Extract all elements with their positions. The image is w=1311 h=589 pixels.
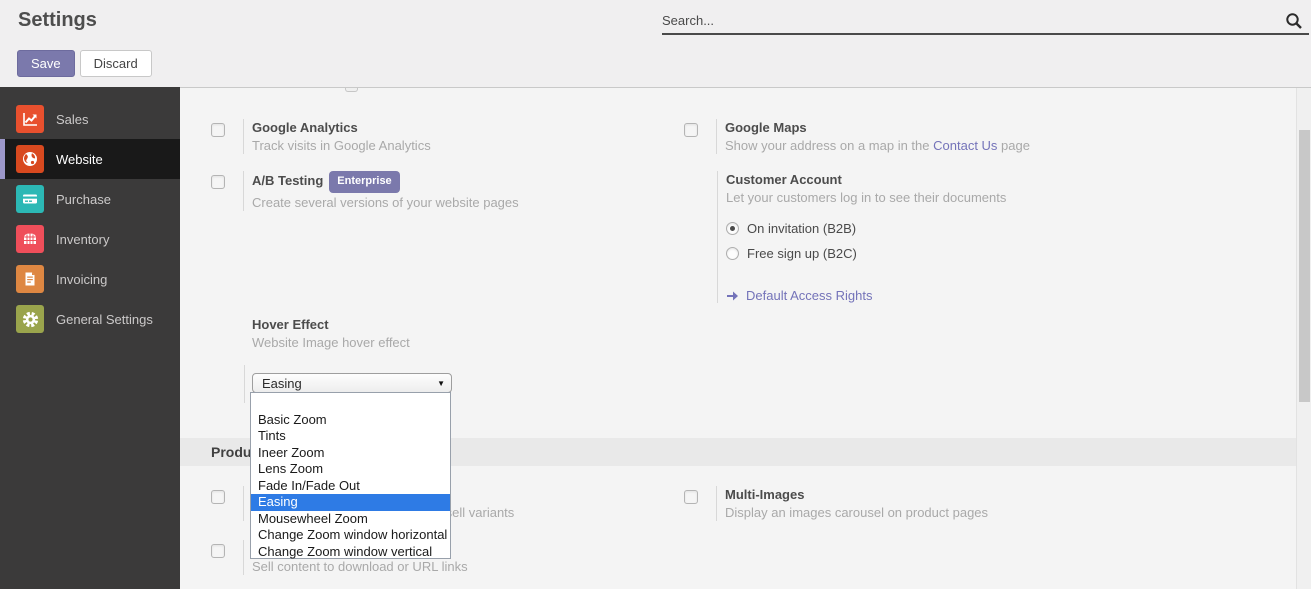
vertical-scrollbar[interactable]	[1296, 88, 1311, 589]
radio-label: Free sign up (B2C)	[747, 246, 857, 261]
setting-title: A/B Testing Enterprise	[252, 171, 519, 193]
dropdown-option[interactable]: Lens Zoom	[251, 461, 450, 478]
credit-card-icon	[16, 185, 44, 213]
link-label: Default Access Rights	[746, 288, 872, 303]
chevron-down-icon: ▼	[437, 379, 445, 388]
sidebar-item-label: Purchase	[56, 192, 111, 207]
sidebar-item-purchase[interactable]: Purchase	[0, 179, 180, 219]
contact-us-link[interactable]: Contact Us	[933, 138, 997, 153]
header: Settings Save Discard	[0, 0, 1311, 87]
setting-title: Hover Effect	[244, 316, 452, 333]
radio-free-signup[interactable]: Free sign up (B2C)	[726, 246, 1137, 261]
hover-effect-select[interactable]: Easing ▼	[252, 373, 452, 393]
enterprise-badge: Enterprise	[329, 171, 399, 193]
ab-testing-checkbox[interactable]	[211, 175, 225, 189]
setting-title: Google Analytics	[252, 119, 431, 136]
radio-label: On invitation (B2B)	[747, 221, 856, 236]
dropdown-option[interactable]: Basic Zoom	[251, 412, 450, 429]
multi-images-checkbox[interactable]	[684, 490, 698, 504]
setting-desc: Let your customers log in to see their d…	[726, 189, 1137, 206]
desc-text: page	[997, 138, 1030, 153]
digital-content-checkbox[interactable]	[211, 544, 225, 558]
radio-button-icon[interactable]	[726, 222, 739, 235]
scrollbar-thumb[interactable]	[1299, 130, 1310, 402]
multi-images-row: Multi-Images Display an images carousel …	[684, 486, 988, 521]
setting-desc: Track visits in Google Analytics	[252, 137, 431, 154]
setting-desc: Website Image hover effect	[244, 334, 452, 351]
dropdown-option[interactable]: Ineer Zoom	[251, 445, 450, 462]
search-input[interactable]	[662, 13, 1285, 28]
hover-effect-dropdown: Basic ZoomTintsIneer ZoomLens ZoomFade I…	[250, 392, 451, 559]
sidebar-item-inventory[interactable]: Inventory	[0, 219, 180, 259]
setting-desc: Create several versions of your website …	[252, 194, 519, 211]
building-icon	[16, 225, 44, 253]
settings-app: Settings Save Discard	[0, 0, 1311, 589]
settings-content: Google Analytics Track visits in Google …	[180, 87, 1311, 589]
variants-checkbox[interactable]	[211, 490, 225, 504]
desc-text: Show your address on a map in the	[725, 138, 933, 153]
sidebar-item-website[interactable]: Website	[0, 139, 180, 179]
dropdown-option[interactable]: Mousewheel Zoom	[251, 511, 450, 528]
google-analytics-checkbox[interactable]	[211, 123, 225, 137]
ab-testing-label: A/B Testing	[252, 173, 323, 188]
setting-desc: Display an images carousel on product pa…	[725, 504, 988, 521]
sidebar-item-sales[interactable]: Sales	[0, 99, 180, 139]
globe-icon	[16, 145, 44, 173]
sidebar-item-invoicing[interactable]: Invoicing	[0, 259, 180, 299]
google-maps-row: Google Maps Show your address on a map i…	[684, 119, 1030, 154]
sidebar-item-label: Website	[56, 152, 103, 167]
search-icon[interactable]	[1285, 12, 1303, 30]
header-buttons: Save Discard	[17, 50, 152, 77]
cutoff-checkbox-remnant	[345, 88, 358, 92]
sidebar: Sales Website	[0, 87, 180, 589]
sidebar-item-general-settings[interactable]: General Settings	[0, 299, 180, 339]
setting-title: Multi-Images	[725, 486, 988, 503]
page-title: Settings	[18, 9, 97, 32]
sales-chart-icon	[16, 105, 44, 133]
dropdown-option[interactable]: Tints	[251, 428, 450, 445]
sidebar-item-label: Invoicing	[56, 272, 107, 287]
document-icon	[16, 265, 44, 293]
radio-on-invitation[interactable]: On invitation (B2B)	[726, 221, 1137, 236]
save-button[interactable]: Save	[17, 50, 75, 77]
gear-icon	[16, 305, 44, 333]
radio-button-icon[interactable]	[726, 247, 739, 260]
default-access-rights-link[interactable]: Default Access Rights	[726, 288, 1137, 303]
dropdown-option[interactable]: Change Zoom window vertical	[251, 544, 450, 561]
dropdown-option[interactable]: Fade In/Fade Out	[251, 478, 450, 495]
setting-title: Google Maps	[725, 119, 1030, 136]
google-analytics-row: Google Analytics Track visits in Google …	[211, 119, 431, 154]
google-maps-checkbox[interactable]	[684, 123, 698, 137]
search-bar[interactable]	[662, 8, 1309, 35]
dropdown-option[interactable]	[251, 395, 450, 412]
selected-option-label: Easing	[262, 376, 437, 391]
setting-desc: Show your address on a map in the Contac…	[725, 137, 1030, 154]
ab-testing-row: A/B Testing Enterprise Create several ver…	[211, 171, 519, 211]
arrow-right-icon	[726, 290, 740, 302]
sidebar-item-label: Inventory	[56, 232, 109, 247]
setting-desc: Sell content to download or URL links	[252, 558, 468, 575]
hover-effect-block: Hover Effect Website Image hover effect …	[244, 316, 452, 403]
sidebar-item-label: Sales	[56, 112, 89, 127]
dropdown-option[interactable]: Change Zoom window horizontal	[251, 527, 450, 544]
discard-button[interactable]: Discard	[80, 50, 152, 77]
dropdown-option[interactable]: Easing	[251, 494, 450, 511]
customer-account-block: Customer Account Let your customers log …	[717, 171, 1137, 303]
sidebar-item-label: General Settings	[56, 312, 153, 327]
setting-title: Customer Account	[726, 171, 1137, 188]
